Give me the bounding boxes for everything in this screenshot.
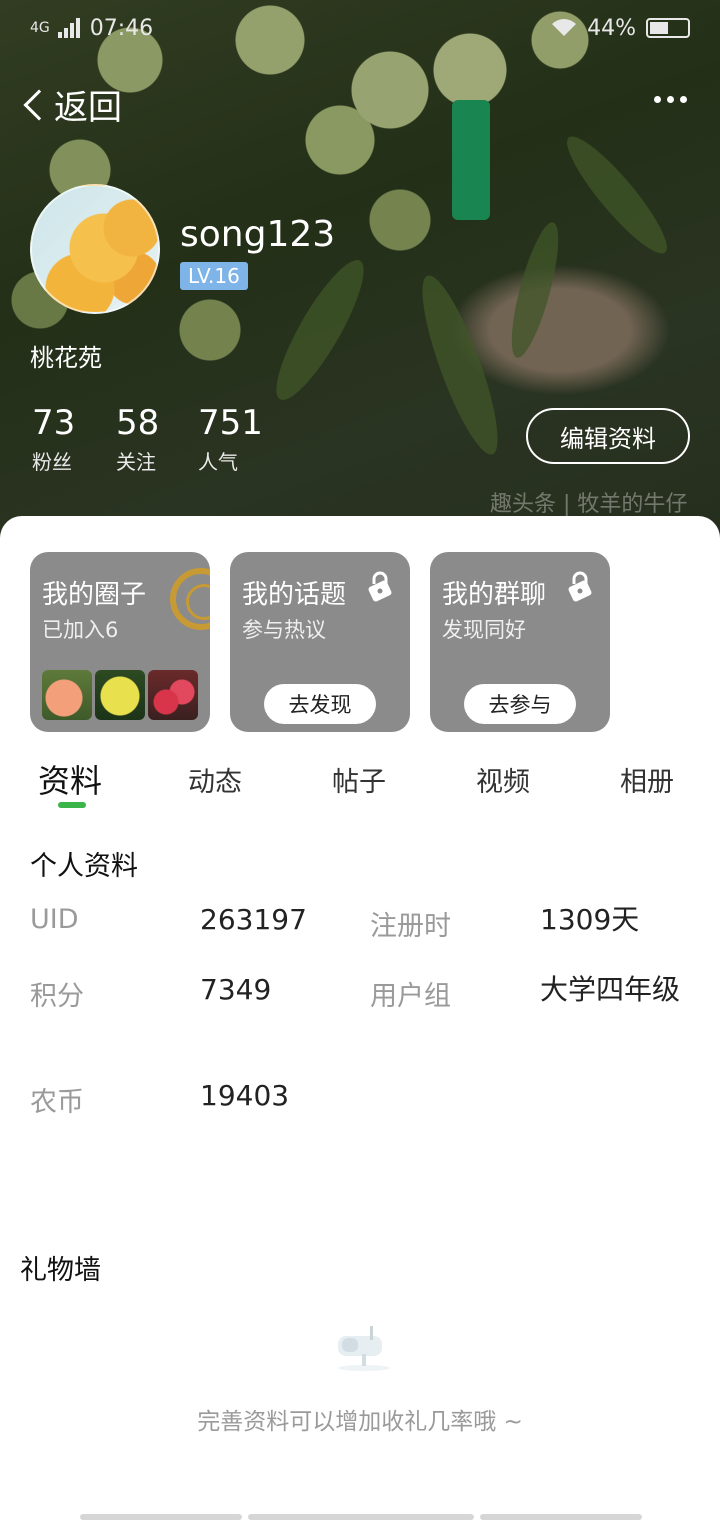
- stat-label: 人气: [198, 450, 238, 474]
- more-options-button[interactable]: [654, 96, 687, 103]
- field-value-user-group: 大学四年级: [540, 973, 681, 1006]
- tab-videos[interactable]: 视频: [476, 760, 530, 799]
- field-value-uid: 263197: [200, 903, 307, 936]
- card-subtitle: 参与热议: [242, 618, 326, 642]
- battery-percent: 44%: [587, 15, 636, 41]
- circle-thumbnail-fruit: [95, 670, 145, 720]
- card-title: 我的圈子: [42, 580, 147, 610]
- circle-thumbnail-peach: [42, 670, 92, 720]
- username: song123: [180, 214, 336, 255]
- circle-ring-icon: [170, 568, 210, 630]
- edit-profile-button[interactable]: 编辑资料: [526, 408, 690, 464]
- stat-label: 粉丝: [32, 450, 72, 474]
- location-label: 桃花苑: [30, 344, 102, 372]
- signal-icon: [57, 18, 80, 38]
- time-label: 07:46: [89, 15, 154, 41]
- tab-profile[interactable]: 资料: [38, 756, 102, 802]
- my-topics-card[interactable]: 我的话题 参与热议 去发现: [230, 552, 410, 732]
- bottom-dividers: [80, 1514, 642, 1520]
- stat-fans[interactable]: 73 粉丝: [32, 404, 75, 475]
- profile-content-sheet: 我的圈子 已加入6 我的话题 参与热议 去发现 我的群聊 发现同好 去参与 资料…: [0, 516, 720, 1520]
- more-icon: [654, 96, 661, 103]
- gift-wall-title: 礼物墙: [20, 1255, 101, 1286]
- mailbox-icon: [338, 1326, 390, 1371]
- wifi-icon: [552, 19, 577, 36]
- back-chevron-icon: [23, 88, 55, 121]
- card-subtitle: 已加入6: [42, 618, 119, 642]
- field-value-points: 7349: [200, 973, 272, 1006]
- stat-value: 751: [198, 403, 263, 443]
- field-label-uid: UID: [30, 904, 79, 935]
- level-badge: LV.16: [180, 262, 248, 290]
- tab-indicator: [58, 802, 86, 808]
- field-label-user-group: 用户组: [370, 981, 451, 1012]
- field-label-points: 积分: [30, 981, 84, 1012]
- gift-wall-empty-text: 完善资料可以增加收礼几率哦 ~: [197, 1409, 523, 1435]
- card-subtitle: 发现同好: [442, 618, 526, 642]
- battery-icon: [646, 18, 690, 38]
- stat-value: 58: [116, 403, 160, 443]
- discover-button[interactable]: 去发现: [264, 684, 376, 724]
- network-label: 4G: [30, 20, 50, 36]
- field-label-registered: 注册时: [370, 911, 451, 942]
- tab-album[interactable]: 相册: [620, 760, 674, 799]
- field-value-registered: 1309天: [540, 903, 640, 936]
- join-button[interactable]: 去参与: [464, 684, 576, 724]
- stat-following[interactable]: 58 关注: [116, 404, 159, 475]
- stat-label: 关注: [116, 450, 156, 474]
- field-label-coins: 农币: [30, 1087, 84, 1118]
- field-value-coins: 19403: [200, 1079, 290, 1112]
- card-title: 我的话题: [242, 580, 347, 610]
- tab-posts[interactable]: 帖子: [332, 760, 386, 799]
- lock-icon: [368, 571, 392, 602]
- stat-popularity[interactable]: 751 人气: [198, 404, 263, 475]
- circle-thumbnail-lychee: [148, 670, 198, 720]
- back-button[interactable]: 返回: [20, 80, 122, 129]
- my-group-chats-card[interactable]: 我的群聊 发现同好 去参与: [430, 552, 610, 732]
- watermark-text: 趣头条 | 牧羊的牛仔: [490, 492, 688, 517]
- card-title: 我的群聊: [442, 580, 547, 610]
- avatar[interactable]: [30, 184, 160, 314]
- tab-activity[interactable]: 动态: [188, 760, 242, 799]
- profile-section-title: 个人资料: [30, 851, 138, 882]
- my-circles-card[interactable]: 我的圈子 已加入6: [30, 552, 210, 732]
- status-bar: 4G 07:46 44%: [30, 10, 690, 46]
- lock-icon: [568, 571, 592, 602]
- profile-tabs: 资料 动态 帖子 视频 相册: [0, 754, 720, 824]
- stat-value: 73: [32, 403, 76, 443]
- back-label: 返回: [54, 88, 122, 128]
